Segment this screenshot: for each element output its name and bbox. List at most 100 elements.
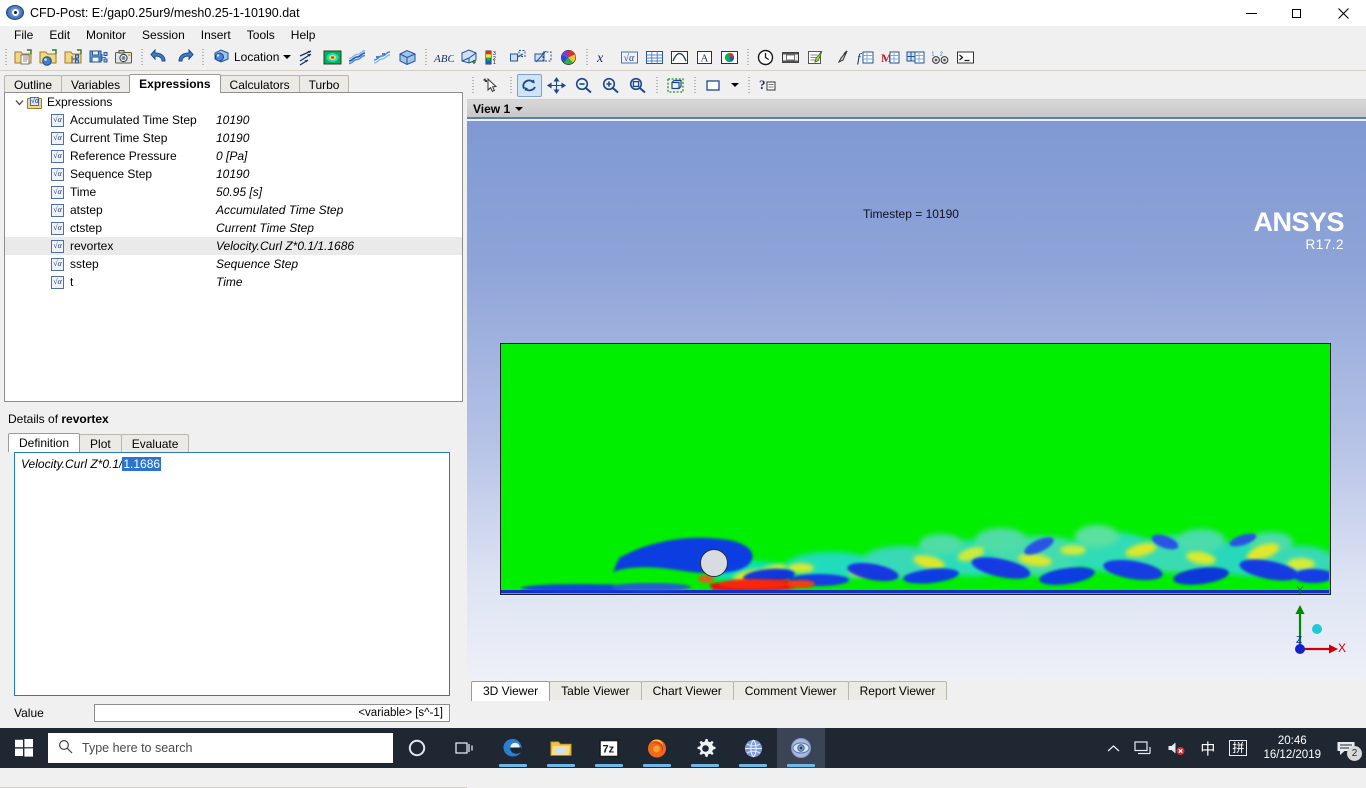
text-icon[interactable]: ABC bbox=[432, 46, 455, 68]
toolbar-grip-3[interactable] bbox=[200, 47, 206, 67]
chevron-down-icon[interactable] bbox=[13, 96, 25, 108]
chevron-down-icon[interactable] bbox=[515, 106, 524, 111]
animation-icon[interactable] bbox=[779, 46, 802, 68]
zoom-in-icon[interactable] bbox=[598, 74, 623, 97]
clip-plane-icon[interactable] bbox=[532, 46, 555, 68]
list-item[interactable]: √α Reference Pressure 0 [Pa] bbox=[5, 147, 462, 165]
undo-icon[interactable] bbox=[148, 46, 171, 68]
streamline-icon[interactable] bbox=[346, 46, 369, 68]
list-item[interactable]: √α Time 50.95 [s] bbox=[5, 183, 462, 201]
viewer-toolbar-grip-3[interactable] bbox=[654, 75, 660, 95]
image-icon[interactable] bbox=[718, 46, 741, 68]
zoom-box-icon[interactable] bbox=[625, 74, 650, 97]
search-input[interactable]: Type here to search bbox=[48, 733, 393, 763]
list-item[interactable]: √α ctstep Current Time Step bbox=[5, 219, 462, 237]
network-icon[interactable] bbox=[1127, 728, 1160, 768]
toolbar-grip-6[interactable] bbox=[745, 47, 752, 67]
vector-icon[interactable] bbox=[296, 46, 319, 68]
toolbar-grip-4[interactable] bbox=[423, 47, 430, 67]
firefox-icon[interactable] bbox=[633, 728, 681, 768]
task-view-icon[interactable] bbox=[441, 728, 489, 768]
menu-session[interactable]: Session bbox=[134, 27, 193, 43]
particle-track-icon[interactable] bbox=[371, 46, 394, 68]
macro-calculator-icon[interactable]: M bbox=[879, 46, 902, 68]
tab-3d-viewer[interactable]: 3D Viewer bbox=[471, 681, 551, 701]
volume-render-icon[interactable] bbox=[396, 46, 419, 68]
probe-icon[interactable] bbox=[829, 46, 852, 68]
ime-language-label[interactable]: 中 bbox=[1193, 728, 1222, 768]
tab-expressions[interactable]: Expressions bbox=[129, 74, 221, 93]
tab-chart-viewer[interactable]: Chart Viewer bbox=[640, 681, 734, 700]
list-item-selected-revortex[interactable]: √α revortex Velocity.Curl Z*0.1/1.1686 bbox=[5, 237, 462, 255]
pan-icon[interactable] bbox=[544, 74, 569, 97]
tray-chevron-up-icon[interactable] bbox=[1100, 728, 1127, 768]
expressions-tree[interactable]: √α Expressions √α Accumulated Time Step … bbox=[4, 92, 463, 402]
viewer-toolbar-grip-5[interactable] bbox=[746, 75, 752, 95]
3d-viewport[interactable]: Timestep = 10190 ANSYS R17.2 Z Y X bbox=[467, 121, 1366, 679]
list-item[interactable]: √α sstep Sequence Step bbox=[5, 255, 462, 273]
network-app-icon[interactable] bbox=[729, 728, 777, 768]
timestep-selector-icon[interactable] bbox=[754, 46, 777, 68]
minimize-button[interactable] bbox=[1228, 0, 1274, 26]
list-item[interactable]: √α Accumulated Time Step 10190 bbox=[5, 111, 462, 129]
tab-table-viewer[interactable]: Table Viewer bbox=[549, 681, 642, 700]
tab-calculators[interactable]: Calculators bbox=[219, 75, 300, 93]
location-dropdown[interactable]: Location bbox=[208, 46, 295, 68]
tab-report-viewer[interactable]: Report Viewer bbox=[847, 681, 948, 700]
tab-variables[interactable]: Variables bbox=[61, 75, 131, 93]
axis-triad[interactable]: Z Y X bbox=[1274, 583, 1348, 663]
legend-icon[interactable]: 3 2 1 bbox=[482, 46, 505, 68]
cortana-icon[interactable] bbox=[393, 728, 441, 768]
zoom-out-icon[interactable] bbox=[571, 74, 596, 97]
instancing-icon[interactable] bbox=[507, 46, 530, 68]
viewer-help-icon[interactable]: ? bbox=[755, 74, 780, 97]
viewer-toolbar-grip-2[interactable] bbox=[508, 75, 514, 95]
turbo-calculator-icon[interactable]: 1 2 bbox=[929, 46, 952, 68]
menu-monitor[interactable]: Monitor bbox=[78, 27, 134, 43]
menu-edit[interactable]: Edit bbox=[41, 27, 78, 43]
menu-insert[interactable]: Insert bbox=[193, 27, 239, 43]
menu-file[interactable]: File bbox=[6, 27, 41, 43]
chart-icon[interactable] bbox=[668, 46, 691, 68]
report-icon[interactable] bbox=[804, 46, 827, 68]
maximize-restore-button[interactable] bbox=[1274, 0, 1320, 26]
menu-help[interactable]: Help bbox=[283, 27, 324, 43]
volume-muted-icon[interactable] bbox=[1160, 728, 1193, 768]
definition-editor[interactable]: Velocity.Curl Z*0.1/1.1686 bbox=[14, 452, 450, 696]
color-map-icon[interactable] bbox=[557, 46, 580, 68]
toolbar-grip[interactable] bbox=[3, 47, 9, 67]
save-state-icon[interactable] bbox=[87, 46, 110, 68]
viewer-toolbar-grip[interactable] bbox=[470, 75, 476, 95]
redo-icon[interactable] bbox=[173, 46, 196, 68]
chevron-down-icon[interactable] bbox=[728, 74, 742, 97]
fit-view-icon[interactable] bbox=[663, 74, 688, 97]
value-field[interactable]: <variable> [s^-1] bbox=[94, 704, 450, 722]
new-case-icon[interactable] bbox=[12, 46, 35, 68]
list-item[interactable]: √α Current Time Step 10190 bbox=[5, 129, 462, 147]
start-button[interactable] bbox=[0, 728, 48, 768]
list-item[interactable]: √α Sequence Step 10190 bbox=[5, 165, 462, 183]
background-color-icon[interactable] bbox=[701, 74, 726, 97]
table-icon[interactable] bbox=[643, 46, 666, 68]
mesh-calculator-icon[interactable] bbox=[904, 46, 927, 68]
expression-icon[interactable]: √α bbox=[618, 46, 641, 68]
settings-gear-icon[interactable] bbox=[681, 728, 729, 768]
notification-center-button[interactable]: 2 bbox=[1330, 728, 1366, 768]
variable-icon[interactable]: x bbox=[593, 46, 616, 68]
menu-tools[interactable]: Tools bbox=[239, 27, 283, 43]
tab-evaluate[interactable]: Evaluate bbox=[120, 434, 190, 452]
toolbar-grip-2[interactable] bbox=[139, 47, 145, 67]
snapshot-icon[interactable] bbox=[112, 46, 135, 68]
7zip-icon[interactable]: 7z bbox=[585, 728, 633, 768]
contour-icon[interactable] bbox=[321, 46, 344, 68]
tab-turbo[interactable]: Turbo bbox=[298, 75, 350, 93]
close-button[interactable] bbox=[1320, 0, 1366, 26]
tab-definition[interactable]: Definition bbox=[8, 433, 81, 452]
clock[interactable]: 20:46 16/12/2019 bbox=[1254, 728, 1330, 768]
text-annotation-icon[interactable]: A bbox=[693, 46, 716, 68]
tab-plot[interactable]: Plot bbox=[79, 434, 122, 452]
rotate-icon[interactable] bbox=[517, 73, 542, 97]
viewer-toolbar-grip-4[interactable] bbox=[692, 75, 698, 95]
ime-mode-label[interactable]: 拼 bbox=[1222, 728, 1254, 768]
list-item[interactable]: √α atstep Accumulated Time Step bbox=[5, 201, 462, 219]
